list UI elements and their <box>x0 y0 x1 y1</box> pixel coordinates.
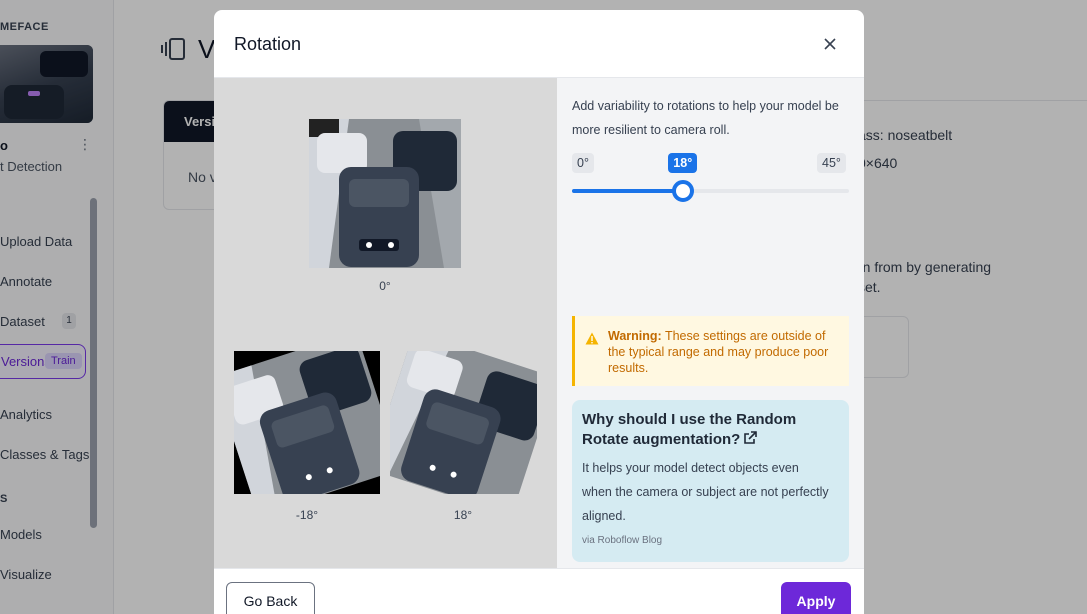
car-scene-image <box>234 351 380 494</box>
preview-image-pos <box>390 351 537 494</box>
rotation-slider-fill <box>572 189 683 193</box>
info-body: It helps your model detect objects even … <box>582 461 829 523</box>
preview-caption-0: 0° <box>379 279 391 293</box>
modal-footer: Go Back Apply <box>214 568 864 614</box>
slider-max-label: 45° <box>817 153 846 173</box>
preview-image-neg <box>234 351 380 494</box>
close-icon[interactable] <box>818 34 842 54</box>
slider-min-label: 0° <box>572 153 594 173</box>
info-source: via Roboflow Blog <box>582 535 663 546</box>
info-title-link[interactable]: Why should I use the Random Rotate augme… <box>582 410 844 450</box>
car-scene-image <box>309 119 461 268</box>
info-title: Why should I use the Random Rotate augme… <box>582 411 797 448</box>
info-card: Why should I use the Random Rotate augme… <box>572 400 849 562</box>
warning-callout: Warning: These settings are outside of t… <box>572 316 849 386</box>
settings-pane: Add variability to rotations to help you… <box>557 78 864 568</box>
external-link-icon[interactable] <box>743 431 758 445</box>
rotation-slider-thumb[interactable] <box>671 180 694 202</box>
warning-text: Warning: These settings are outside of t… <box>608 328 844 376</box>
preview-caption-pos: 18° <box>453 508 473 522</box>
preview-pane: 0° -18° 18° <box>214 78 557 568</box>
rotation-modal: Rotation 0° -18° 18° Add variability to … <box>214 10 864 614</box>
augmentation-description: Add variability to rotations to help you… <box>572 99 839 137</box>
slider-value-label: 18° <box>668 153 698 173</box>
modal-header: Rotation <box>214 10 864 78</box>
rotation-slider-track[interactable] <box>572 189 849 193</box>
preview-caption-neg: -18° <box>295 508 319 522</box>
warning-label: Warning: <box>608 329 662 343</box>
car-scene-image <box>390 351 537 494</box>
modal-title: Rotation <box>234 34 302 54</box>
go-back-button[interactable]: Go Back <box>226 582 315 614</box>
warning-icon <box>585 332 599 345</box>
apply-button[interactable]: Apply <box>781 582 851 614</box>
preview-image-0 <box>309 119 461 268</box>
